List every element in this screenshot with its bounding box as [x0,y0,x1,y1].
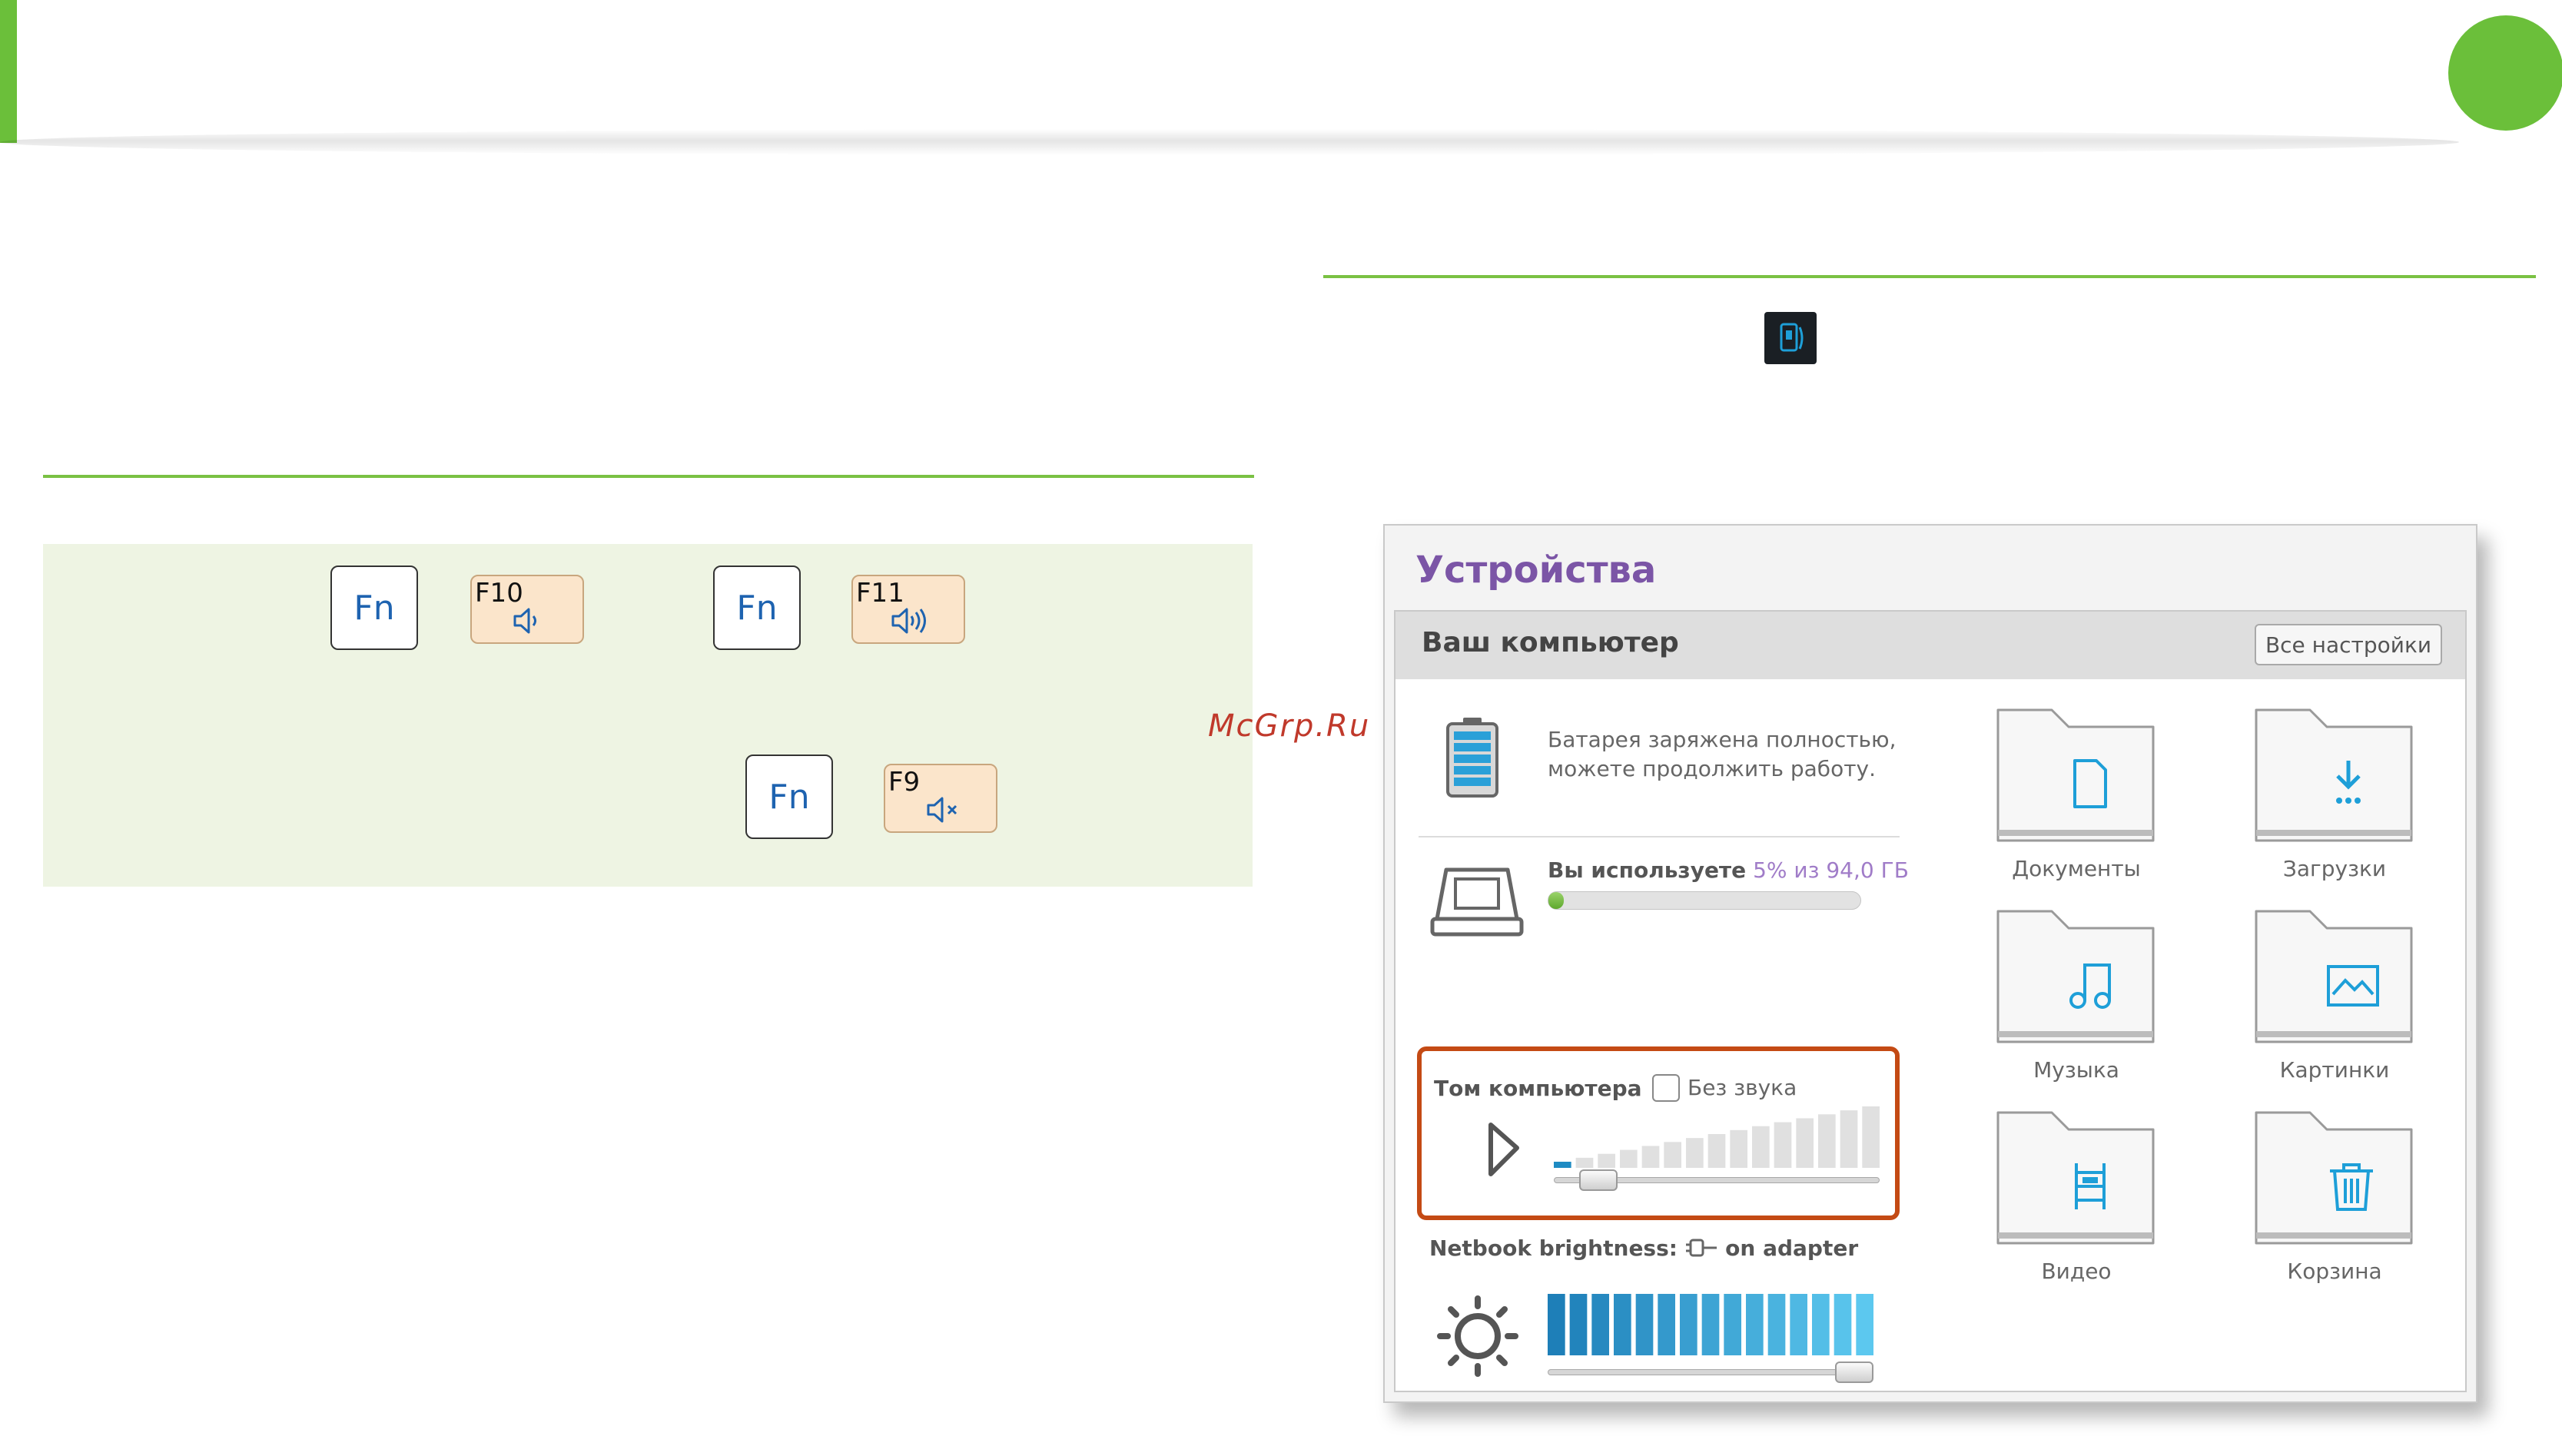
f10-key-label: F10 [475,578,523,609]
level-bar [1767,1294,1786,1355]
left-accent-bar [0,0,17,143]
level-bar [1790,1294,1807,1355]
volume-highlight-box: Том компьютера Без звука [1417,1046,1900,1220]
level-bar [1701,1294,1720,1355]
level-bar [1591,1294,1609,1355]
volume-level-bars [1554,1106,1880,1168]
level-bar [1862,1106,1880,1168]
level-bar [1641,1146,1660,1168]
trash-icon [2330,1163,2373,1211]
level-bar [1796,1118,1814,1168]
mute-label: Без звука [1688,1075,1797,1100]
volume-slider-thumb[interactable] [1579,1169,1618,1191]
level-bar [1774,1122,1792,1168]
level-bar [1856,1294,1873,1355]
f11-key-label: F11 [856,578,904,609]
level-bar [1575,1157,1594,1168]
level-bar [1658,1294,1675,1355]
folder-label: Картинки [2279,1057,2390,1083]
level-bar [1548,1294,1565,1355]
folder-icon [1996,1111,2155,1245]
devices-app-icon [1764,312,1817,364]
page-marker-circle [2448,15,2562,131]
level-bar [1818,1114,1836,1168]
f9-key-label: F9 [888,767,921,798]
storage-progress-fill [1548,892,1565,909]
folder-label: Музыка [2033,1057,2119,1083]
window-title: Устройства [1415,549,1657,592]
fn-key: Fn [745,755,833,839]
folder-label: Видео [2041,1259,2112,1284]
level-bar [1620,1149,1638,1168]
f10-key: F10 [470,575,584,644]
level-bar [1664,1142,1681,1168]
folder-label: Загрузки [2282,856,2387,881]
brightness-row: Netbook brightness: on adapter [1429,1235,1858,1261]
level-bar [1707,1134,1726,1168]
storage-text: Вы используете 5% из 94,0 ГБ [1548,857,1909,883]
level-bar [1635,1294,1654,1355]
panel-title: Ваш компьютер [1422,627,1679,658]
fn-key: Fn [330,565,418,650]
level-bar [1554,1162,1571,1168]
level-bar [1686,1138,1704,1168]
folder-icon [1996,708,2155,842]
level-bar [1834,1294,1852,1355]
devices-panel: Ваш компьютер Все настройки Батарея заря… [1394,610,2467,1392]
panel-header: Ваш компьютер Все настройки [1395,612,2465,679]
level-bar [1812,1294,1830,1355]
level-bar [1614,1294,1631,1355]
mute-icon [927,797,957,823]
watermark: McGrp.Ru [1208,708,1371,744]
storage-label: Вы используете [1548,857,1747,883]
folder-label: Документы [2012,856,2141,881]
divider [1419,836,1900,837]
speaker-icon [1488,1123,1519,1176]
folder-icon [2255,910,2413,1043]
fn-key: Fn [713,565,801,650]
folder-icon [2255,708,2413,842]
folder-icon [2255,1111,2413,1245]
battery-icon [1446,718,1498,798]
folder-label: Корзина [2287,1259,2382,1284]
header-shadow [0,129,2459,155]
folder-icon [1996,910,2155,1043]
section-rule-right [1323,275,2536,278]
level-bar [1752,1126,1770,1168]
brightness-slider-thumb[interactable] [1835,1361,1873,1383]
key-combination-panel: Fn F10 Fn F11 Fn F9 [43,544,1253,887]
brightness-slider-track[interactable] [1548,1369,1873,1375]
brightness-level-bars [1548,1294,1873,1355]
f11-key: F11 [851,575,965,644]
level-bar [1680,1294,1697,1355]
volume-label: Том компьютера [1434,1076,1642,1101]
all-settings-button[interactable]: Все настройки [2255,624,2442,665]
brightness-source: on adapter [1725,1235,1859,1261]
plug-icon [1686,1239,1717,1257]
laptop-icon [1430,867,1524,937]
storage-usage: 5% из 94,0 ГБ [1753,857,1909,883]
volume-up-icon [891,608,926,634]
storage-progress-bar [1548,891,1861,910]
level-bar [1569,1294,1588,1355]
section-rule-left [43,475,1254,478]
battery-status-line2: можете продолжить работу. [1548,756,1876,781]
level-bar [1730,1129,1747,1168]
level-bar [1746,1294,1764,1355]
mute-checkbox[interactable] [1652,1074,1680,1102]
sun-icon [1437,1295,1518,1377]
level-bar [1598,1153,1615,1168]
brightness-label: Netbook brightness: [1429,1235,1678,1261]
level-bar [1724,1294,1741,1355]
level-bar [1840,1110,1858,1168]
volume-down-icon [513,608,536,634]
devices-window: Устройства Ваш компьютер Все настройки Б… [1383,524,2477,1403]
f9-key: F9 [884,764,997,833]
battery-status-line1: Батарея заряжена полностью, [1548,727,1897,752]
